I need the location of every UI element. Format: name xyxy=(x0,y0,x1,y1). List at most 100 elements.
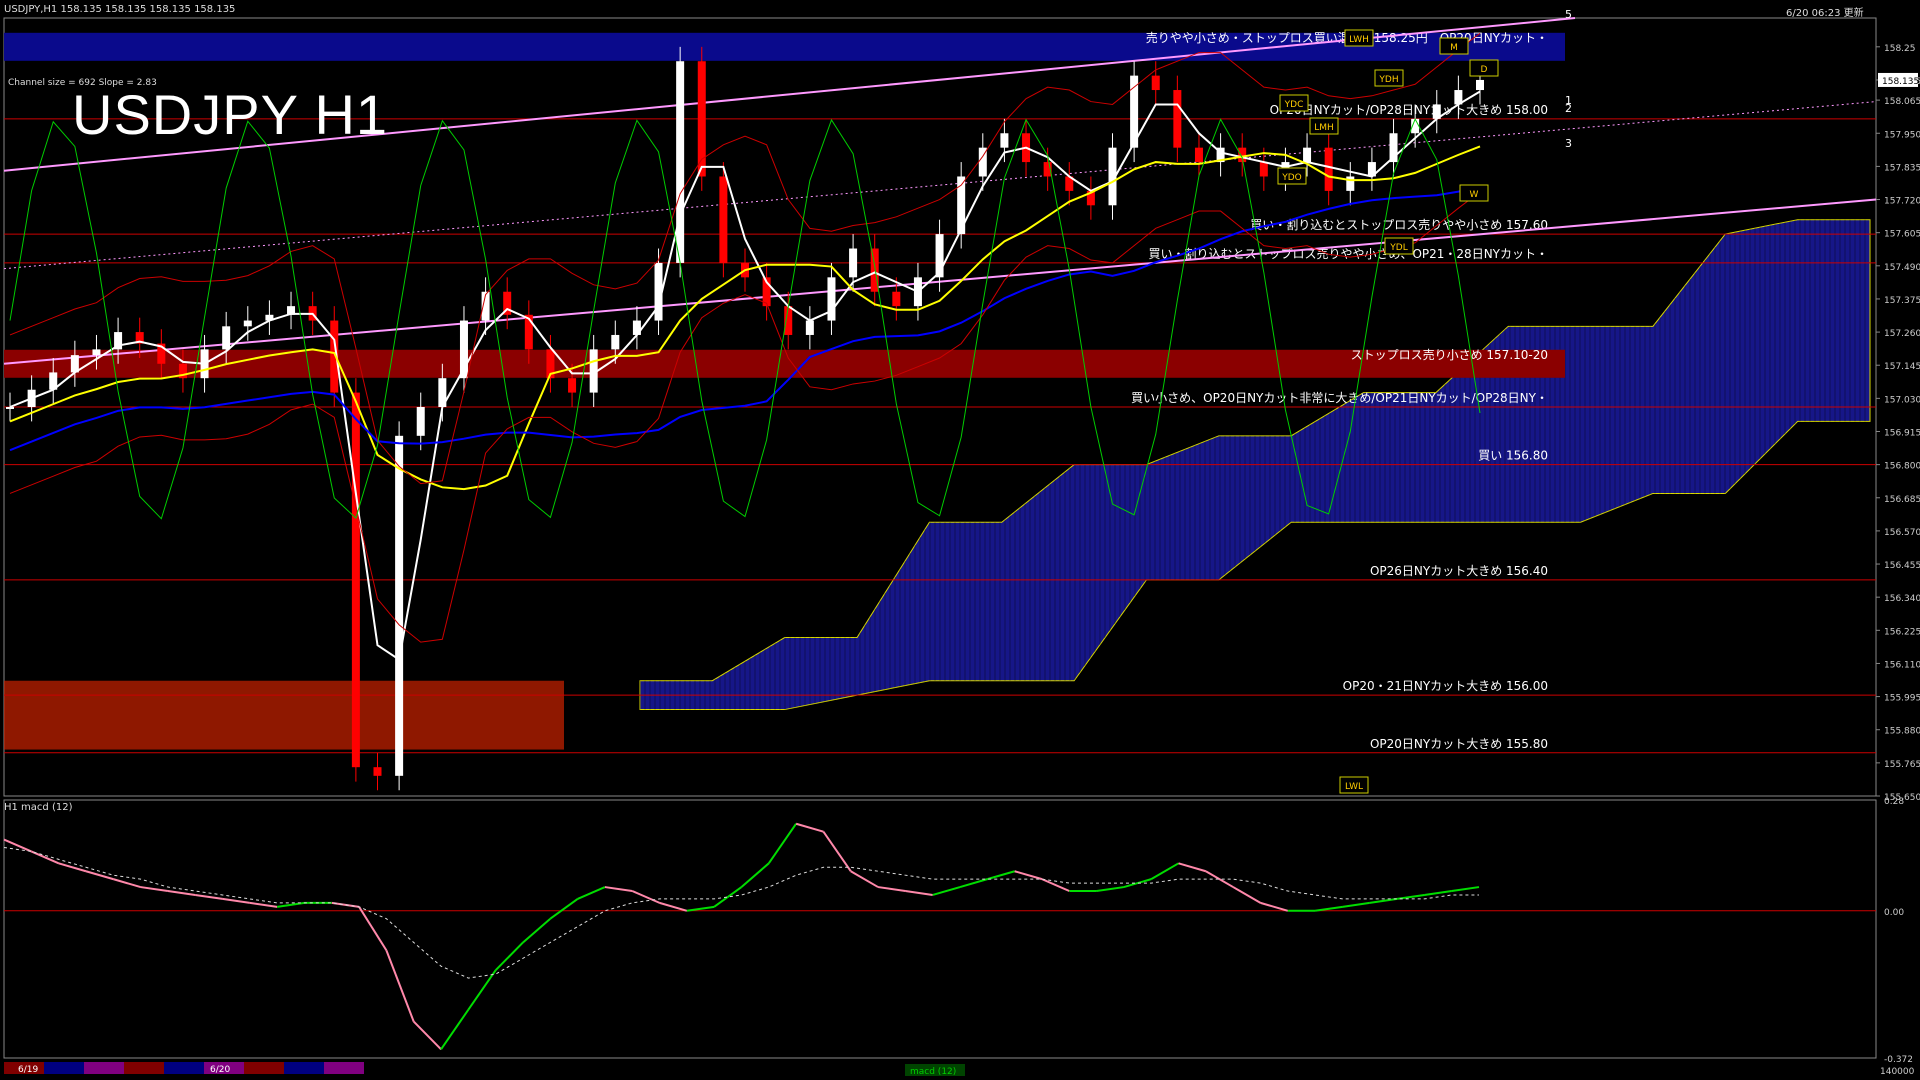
price-tick-label: 155.765 xyxy=(1884,760,1920,770)
macd-line xyxy=(1314,905,1343,912)
price-tick-label: 156.225 xyxy=(1884,627,1920,637)
candle-body xyxy=(1194,147,1203,163)
candle-body xyxy=(827,277,836,321)
price-tick-label: 158.065 xyxy=(1884,97,1920,107)
macd-line xyxy=(1451,886,1480,893)
macd-line xyxy=(822,831,852,872)
price-tick-label: 157.720 xyxy=(1884,197,1920,207)
candle-body xyxy=(1151,75,1160,91)
macd-line xyxy=(1178,862,1207,873)
date-tab xyxy=(284,1062,324,1074)
date-tab xyxy=(84,1062,124,1074)
price-tick-label: 156.570 xyxy=(1884,528,1920,538)
marker-label: M xyxy=(1450,43,1458,53)
macd-line xyxy=(413,1020,442,1050)
date-tab xyxy=(124,1062,164,1074)
marker-label: YDL xyxy=(1389,243,1407,253)
ma-slow xyxy=(9,185,1481,452)
macd-tick-label: 0.00 xyxy=(1884,908,1904,918)
macd-line xyxy=(277,901,305,908)
candle-body xyxy=(1324,147,1333,191)
macd-line xyxy=(604,886,633,893)
level-label: 買い 156.80 xyxy=(1478,449,1548,463)
price-tick-label: 156.800 xyxy=(1884,462,1920,472)
date-label: 6/20 xyxy=(210,1065,230,1075)
chart-canvas: 売りやや小さめ・ストップロス買い混在 158.25円 OP20日NYカット・OP… xyxy=(3,8,1920,1077)
macd-line xyxy=(767,823,797,864)
price-tick-label: 157.260 xyxy=(1884,329,1920,339)
macd-line xyxy=(795,822,824,833)
macd-line xyxy=(850,870,879,888)
date-tab xyxy=(164,1062,204,1074)
macd-line xyxy=(195,893,223,900)
datetime-label: 6/20 06:23 更新 xyxy=(1786,8,1864,19)
level-band xyxy=(4,349,1565,378)
macd-line xyxy=(385,950,415,1022)
macd-line xyxy=(987,870,1015,881)
macd-line xyxy=(58,862,87,873)
macd-line xyxy=(167,890,196,896)
candle-body xyxy=(784,306,793,335)
macd-line xyxy=(85,870,114,881)
price-tick-label: 156.110 xyxy=(1884,660,1920,670)
candle-body xyxy=(892,291,901,307)
macd-tick-label: -0.372 xyxy=(1884,1055,1913,1065)
price-tick-label: 157.145 xyxy=(1884,362,1920,372)
symbol-header: USDJPY,H1 158.135 158.135 158.135 158.13… xyxy=(4,4,236,15)
level-label: OP20日NYカット大きめ 155.80 xyxy=(1370,737,1548,751)
candle-body xyxy=(611,334,620,350)
macd-tab-label: macd (12) xyxy=(910,1067,956,1077)
price-tick-label: 155.995 xyxy=(1884,694,1920,704)
channel-number: 2 xyxy=(1565,102,1572,115)
marker-label: YDO xyxy=(1281,173,1302,183)
macd-line xyxy=(1150,862,1180,881)
level-label: 買い小さめ、OP20日NYカット非常に大きめ/OP21日NYカット/OP28日N… xyxy=(1131,391,1548,405)
chart-title: USDJPY H1 xyxy=(72,83,389,146)
marker-label: LMH xyxy=(1314,123,1334,133)
candle-body xyxy=(719,176,728,263)
price-tick-label: 157.605 xyxy=(1884,230,1920,240)
macd-line xyxy=(522,917,551,944)
macd-line xyxy=(467,969,497,1011)
macd-line xyxy=(222,897,250,904)
macd-line xyxy=(959,878,988,889)
candle-body xyxy=(416,407,425,436)
price-tick-label: 157.030 xyxy=(1884,395,1920,405)
candle-body xyxy=(92,349,101,356)
marker-label: LWH xyxy=(1349,35,1369,45)
candle-body xyxy=(6,407,14,409)
macd-line xyxy=(440,1009,470,1050)
level-label: OP20・21日NYカット大きめ 156.00 xyxy=(1343,679,1548,693)
macd-line xyxy=(30,850,60,865)
current-price-label: 158.135 xyxy=(1882,77,1919,87)
macd-line xyxy=(659,901,688,912)
date-tab xyxy=(44,1062,84,1074)
macd-line xyxy=(358,906,388,951)
macd-frame xyxy=(3,799,1877,1059)
price-tick-label: 158.25 xyxy=(1884,44,1916,54)
macd-line xyxy=(877,886,906,893)
price-tick-label: 156.340 xyxy=(1884,594,1920,604)
level-label: OP26日NYカット大きめ 156.40 xyxy=(1370,564,1548,578)
price-tick-label: 155.880 xyxy=(1884,727,1920,737)
candle-body xyxy=(1000,133,1009,148)
macd-line xyxy=(1342,901,1370,908)
marker-label: YDH xyxy=(1378,75,1398,85)
price-tick-label: 157.490 xyxy=(1884,263,1920,273)
candle-body xyxy=(1476,79,1484,91)
macd-line xyxy=(1369,897,1398,904)
marker-label: D xyxy=(1481,65,1488,75)
macd-line xyxy=(905,890,933,896)
red-cloud xyxy=(4,680,564,750)
marker-label: W xyxy=(1470,190,1479,200)
macd-line xyxy=(249,901,278,908)
macd-line xyxy=(1424,890,1452,896)
candle-body xyxy=(849,248,858,278)
price-tick-label: 156.685 xyxy=(1884,495,1920,505)
macd-line xyxy=(740,862,770,888)
macd-panel: 0.28 0.00 -0.372 6/19 6/20 macd (12) 140000 xyxy=(3,797,1915,1077)
candle-body xyxy=(1303,147,1312,163)
price-tick-label: 156.455 xyxy=(1884,561,1920,571)
candle-body xyxy=(1173,90,1182,148)
macd-line xyxy=(1260,901,1289,912)
